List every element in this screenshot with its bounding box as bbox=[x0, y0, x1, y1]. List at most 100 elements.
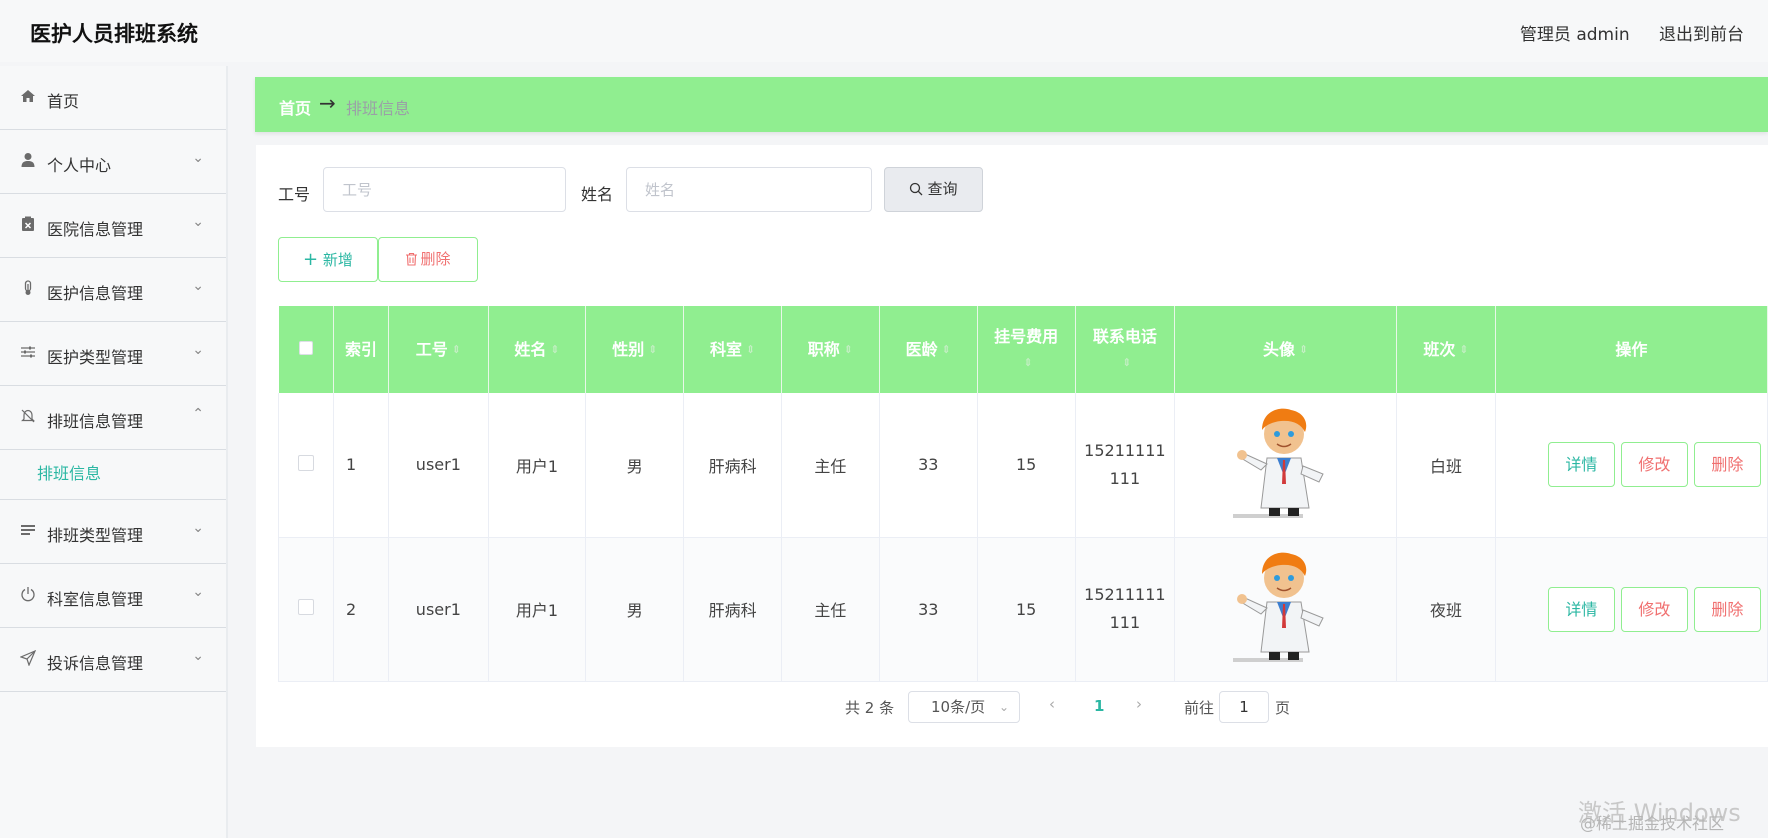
table-header-row: 索引 工号 ⇕ 姓名 ⇕ 性别 ⇕ 科室 ⇕ 职称 ⇕ 医龄 ⇕ 挂号费用 ⇕ 联系电话 ⇕ 头… bbox=[278, 306, 1768, 393]
sort-icon[interactable]: ⇕ bbox=[1299, 341, 1308, 359]
sidebar-item-medical-staff[interactable]: 医护信息管理 ⌄ bbox=[0, 258, 226, 322]
logout-link[interactable]: 退出到前台 bbox=[1659, 25, 1744, 45]
sidebar-item-label: 排班信息管理 bbox=[47, 412, 144, 431]
delete-row-button[interactable]: 删除 bbox=[1693, 442, 1761, 488]
prev-page-button[interactable]: ‹ bbox=[1049, 695, 1055, 713]
cell-fee: 15 bbox=[977, 393, 1076, 538]
breadcrumb-separator: → bbox=[319, 91, 336, 115]
name-input[interactable] bbox=[626, 167, 872, 212]
thermometer-icon bbox=[19, 280, 37, 298]
table-row: 2 user1 用户1 男 肝病科 主任 33 15 15211111111 bbox=[278, 537, 1768, 682]
top-bar: 医护人员排班系统 管理员 admin 退出到前台 bbox=[0, 0, 1768, 62]
sidebar-item-label: 医护类型管理 bbox=[47, 348, 144, 367]
row-checkbox[interactable] bbox=[297, 454, 314, 471]
query-button[interactable]: 查询 bbox=[884, 167, 983, 212]
cell-operations: 详情 修改 删除 bbox=[1495, 393, 1768, 538]
sort-icon[interactable]: ⇕ bbox=[746, 341, 755, 359]
cell-index: 2 bbox=[333, 537, 390, 682]
sidebar-item-hospital[interactable]: 医院信息管理 ⌄ bbox=[0, 194, 226, 258]
sidebar-item-home[interactable]: 首页 bbox=[0, 66, 226, 130]
batch-delete-button[interactable]: 删除 bbox=[378, 237, 478, 282]
chevron-down-icon: ⌄ bbox=[192, 278, 204, 294]
col-phone[interactable]: 联系电话 ⇕ bbox=[1075, 306, 1176, 393]
sidebar-item-label: 投诉信息管理 bbox=[47, 654, 144, 673]
col-job-number[interactable]: 工号 ⇕ bbox=[388, 306, 489, 393]
admin-user-label[interactable]: 管理员 admin bbox=[1520, 25, 1630, 45]
breadcrumb: 首页 → 排班信息 bbox=[255, 77, 1768, 132]
job-number-label: 工号 bbox=[278, 185, 311, 204]
row-checkbox[interactable] bbox=[297, 599, 314, 615]
col-shift[interactable]: 班次 ⇕ bbox=[1396, 306, 1496, 393]
sort-icon[interactable]: ⇕ bbox=[844, 341, 853, 359]
sidebar-item-department[interactable]: 科室信息管理 ⌄ bbox=[0, 564, 226, 628]
plus-icon: + bbox=[303, 249, 319, 270]
next-page-button[interactable]: › bbox=[1136, 695, 1142, 713]
schedule-table: 索引 工号 ⇕ 姓名 ⇕ 性别 ⇕ 科室 ⇕ 职称 ⇕ 医龄 ⇕ 挂号费用 ⇕ 联系电话 ⇕ 头… bbox=[278, 306, 1768, 682]
sidebar-item-label: 首页 bbox=[47, 92, 80, 111]
edit-button[interactable]: 修改 bbox=[1620, 442, 1688, 488]
col-years[interactable]: 医龄 ⇕ bbox=[879, 306, 978, 393]
col-department[interactable]: 科室 ⇕ bbox=[683, 306, 782, 393]
sort-icon[interactable]: ⇕ bbox=[942, 341, 951, 359]
breadcrumb-home-link[interactable]: 首页 bbox=[279, 95, 311, 119]
sidebar-item-label: 医院信息管理 bbox=[47, 220, 144, 239]
sort-icon[interactable]: ⇕ bbox=[1122, 354, 1131, 372]
col-fee[interactable]: 挂号费用 ⇕ bbox=[977, 306, 1076, 393]
select-all-checkbox[interactable] bbox=[298, 340, 313, 355]
chevron-down-icon: ⌄ bbox=[192, 584, 204, 600]
cell-shift: 白班 bbox=[1396, 393, 1496, 538]
col-name[interactable]: 姓名 ⇕ bbox=[488, 306, 587, 393]
chevron-up-icon: ⌃ bbox=[192, 406, 204, 422]
sidebar: 首页 个人中心 ⌄ 医院信息管理 ⌄ 医护信息管理 ⌄ 医护类型管理 ⌄ 排班信… bbox=[0, 66, 228, 838]
doctor-avatar-image[interactable] bbox=[1231, 404, 1341, 522]
edit-button[interactable]: 修改 bbox=[1620, 586, 1688, 632]
cell-years: 33 bbox=[879, 393, 978, 538]
sidebar-item-schedule-type[interactable]: 排班类型管理 ⌄ bbox=[0, 500, 226, 564]
detail-button[interactable]: 详情 bbox=[1547, 442, 1615, 488]
chevron-down-icon: ⌄ bbox=[998, 700, 1009, 714]
pagination-total: 共 2 条 bbox=[845, 699, 895, 717]
delete-row-button[interactable]: 删除 bbox=[1693, 586, 1761, 632]
sort-icon[interactable]: ⇕ bbox=[648, 341, 657, 359]
cell-department: 肝病科 bbox=[683, 393, 782, 538]
cell-avatar bbox=[1174, 393, 1398, 538]
sidebar-item-complaint[interactable]: 投诉信息管理 ⌄ bbox=[0, 628, 226, 692]
cell-index: 1 bbox=[333, 393, 390, 538]
user-icon bbox=[19, 152, 37, 170]
sort-icon[interactable]: ⇕ bbox=[1459, 341, 1468, 359]
power-icon bbox=[19, 586, 37, 604]
cell-title: 主任 bbox=[781, 393, 880, 538]
col-avatar[interactable]: 头像 ⇕ bbox=[1174, 306, 1398, 393]
sidebar-item-label: 个人中心 bbox=[47, 156, 112, 175]
current-page-number[interactable]: 1 bbox=[1094, 697, 1104, 715]
col-title[interactable]: 职称 ⇕ bbox=[781, 306, 880, 393]
cell-job-number: user1 bbox=[388, 393, 489, 538]
sliders-icon bbox=[19, 344, 37, 362]
job-number-input[interactable] bbox=[323, 167, 566, 212]
sort-icon[interactable]: ⇕ bbox=[452, 341, 461, 359]
pagination: 共 2 条 10条/页 ⌄ ‹ 1 › 前往 1 页 bbox=[256, 691, 1768, 723]
sort-icon[interactable]: ⇕ bbox=[550, 341, 559, 359]
doctor-avatar-image[interactable] bbox=[1231, 548, 1341, 666]
col-operations: 操作 bbox=[1495, 306, 1768, 393]
select-all-header bbox=[278, 306, 334, 393]
sidebar-item-label: 科室信息管理 bbox=[47, 590, 144, 609]
sidebar-subitem-schedule-info[interactable]: 排班信息 bbox=[0, 450, 226, 500]
detail-button[interactable]: 详情 bbox=[1547, 586, 1615, 632]
cell-gender: 男 bbox=[585, 537, 685, 682]
col-gender[interactable]: 性别 ⇕ bbox=[585, 306, 685, 393]
goto-page-input[interactable]: 1 bbox=[1219, 691, 1269, 723]
add-button[interactable]: + 新增 bbox=[278, 237, 378, 282]
goto-label: 前往 bbox=[1184, 699, 1215, 717]
sidebar-item-staff-type[interactable]: 医护类型管理 ⌄ bbox=[0, 322, 226, 386]
sidebar-item-schedule[interactable]: 排班信息管理 ⌃ bbox=[0, 386, 226, 450]
sort-icon[interactable]: ⇕ bbox=[1024, 354, 1033, 372]
cell-phone: 15211111 111 bbox=[1075, 393, 1176, 538]
cell-name: 用户1 bbox=[488, 537, 587, 682]
sidebar-item-personal[interactable]: 个人中心 ⌄ bbox=[0, 130, 226, 194]
page-size-select[interactable]: 10条/页 ⌄ bbox=[908, 691, 1020, 723]
cell-phone: 15211111 111 bbox=[1075, 537, 1176, 682]
table-row: 1 user1 用户1 男 肝病科 主任 33 15 15211111111 bbox=[278, 393, 1768, 538]
add-button-label: 新增 bbox=[322, 251, 353, 269]
clipboard-x-icon bbox=[19, 216, 37, 234]
